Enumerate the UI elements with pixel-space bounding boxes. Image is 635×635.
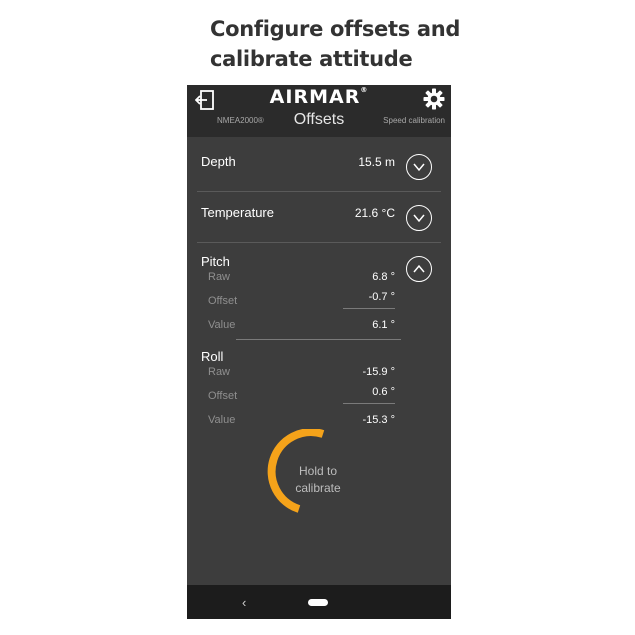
tab-speed-calibration[interactable]: Speed calibration	[383, 116, 445, 125]
roll-offset-underline	[343, 403, 395, 404]
pitch-offset-underline	[343, 308, 395, 309]
temperature-expand-button[interactable]	[406, 205, 432, 231]
roll-raw-value: -15.9 °	[362, 366, 395, 378]
caption-line-2: calibrate attitude	[210, 47, 413, 71]
back-button[interactable]: ‹	[242, 595, 246, 610]
pitch-collapse-button[interactable]	[406, 256, 432, 282]
phone-screen: AIRMAR® NMEA2000® Offsets Speed calibrat…	[187, 85, 451, 619]
chevron-down-icon	[413, 214, 425, 223]
calibrate-label: Hold to calibrate	[267, 463, 369, 497]
logo-text: AIRMAR	[269, 86, 361, 108]
page-caption: Configure offsets and calibrate attitude	[210, 14, 510, 74]
chevron-down-icon	[413, 163, 425, 172]
pitch-raw-value: 6.8 °	[372, 271, 395, 283]
row-divider	[197, 191, 441, 192]
roll-raw-label: Raw	[208, 366, 231, 378]
pitch-offset-label: Offset	[208, 295, 238, 307]
section-separator	[236, 339, 401, 340]
pitch-label: Pitch	[201, 254, 230, 269]
roll-value-label: Value	[208, 414, 236, 426]
pitch-value-label: Value	[208, 319, 236, 331]
temperature-label: Temperature	[201, 205, 274, 220]
top-bar: AIRMAR® NMEA2000® Offsets Speed calibrat…	[187, 85, 451, 137]
depth-expand-button[interactable]	[406, 154, 432, 180]
roll-offset-label: Offset	[208, 390, 238, 402]
pitch-raw-label: Raw	[208, 271, 231, 283]
home-button[interactable]	[308, 599, 328, 606]
depth-label: Depth	[201, 154, 236, 169]
chevron-up-icon	[413, 264, 425, 273]
temperature-value: 21.6 °C	[354, 206, 395, 220]
roll-value-value: -15.3 °	[362, 414, 395, 426]
row-divider	[197, 242, 441, 243]
airmar-logo: AIRMAR®	[187, 86, 451, 108]
calibrate-label-line-1: Hold to	[298, 464, 338, 478]
pitch-value-value: 6.1 °	[372, 319, 395, 331]
gear-icon[interactable]	[423, 88, 445, 110]
logo-mark: ®	[360, 86, 369, 94]
caption-line-1: Configure offsets and	[210, 17, 461, 41]
depth-value: 15.5 m	[358, 155, 395, 169]
calibrate-label-line-2: calibrate	[295, 481, 341, 495]
roll-label: Roll	[201, 349, 224, 364]
roll-offset-input[interactable]: 0.6 °	[335, 386, 395, 398]
android-nav-bar: ‹	[187, 585, 451, 619]
pitch-offset-input[interactable]: -0.7 °	[335, 291, 395, 303]
